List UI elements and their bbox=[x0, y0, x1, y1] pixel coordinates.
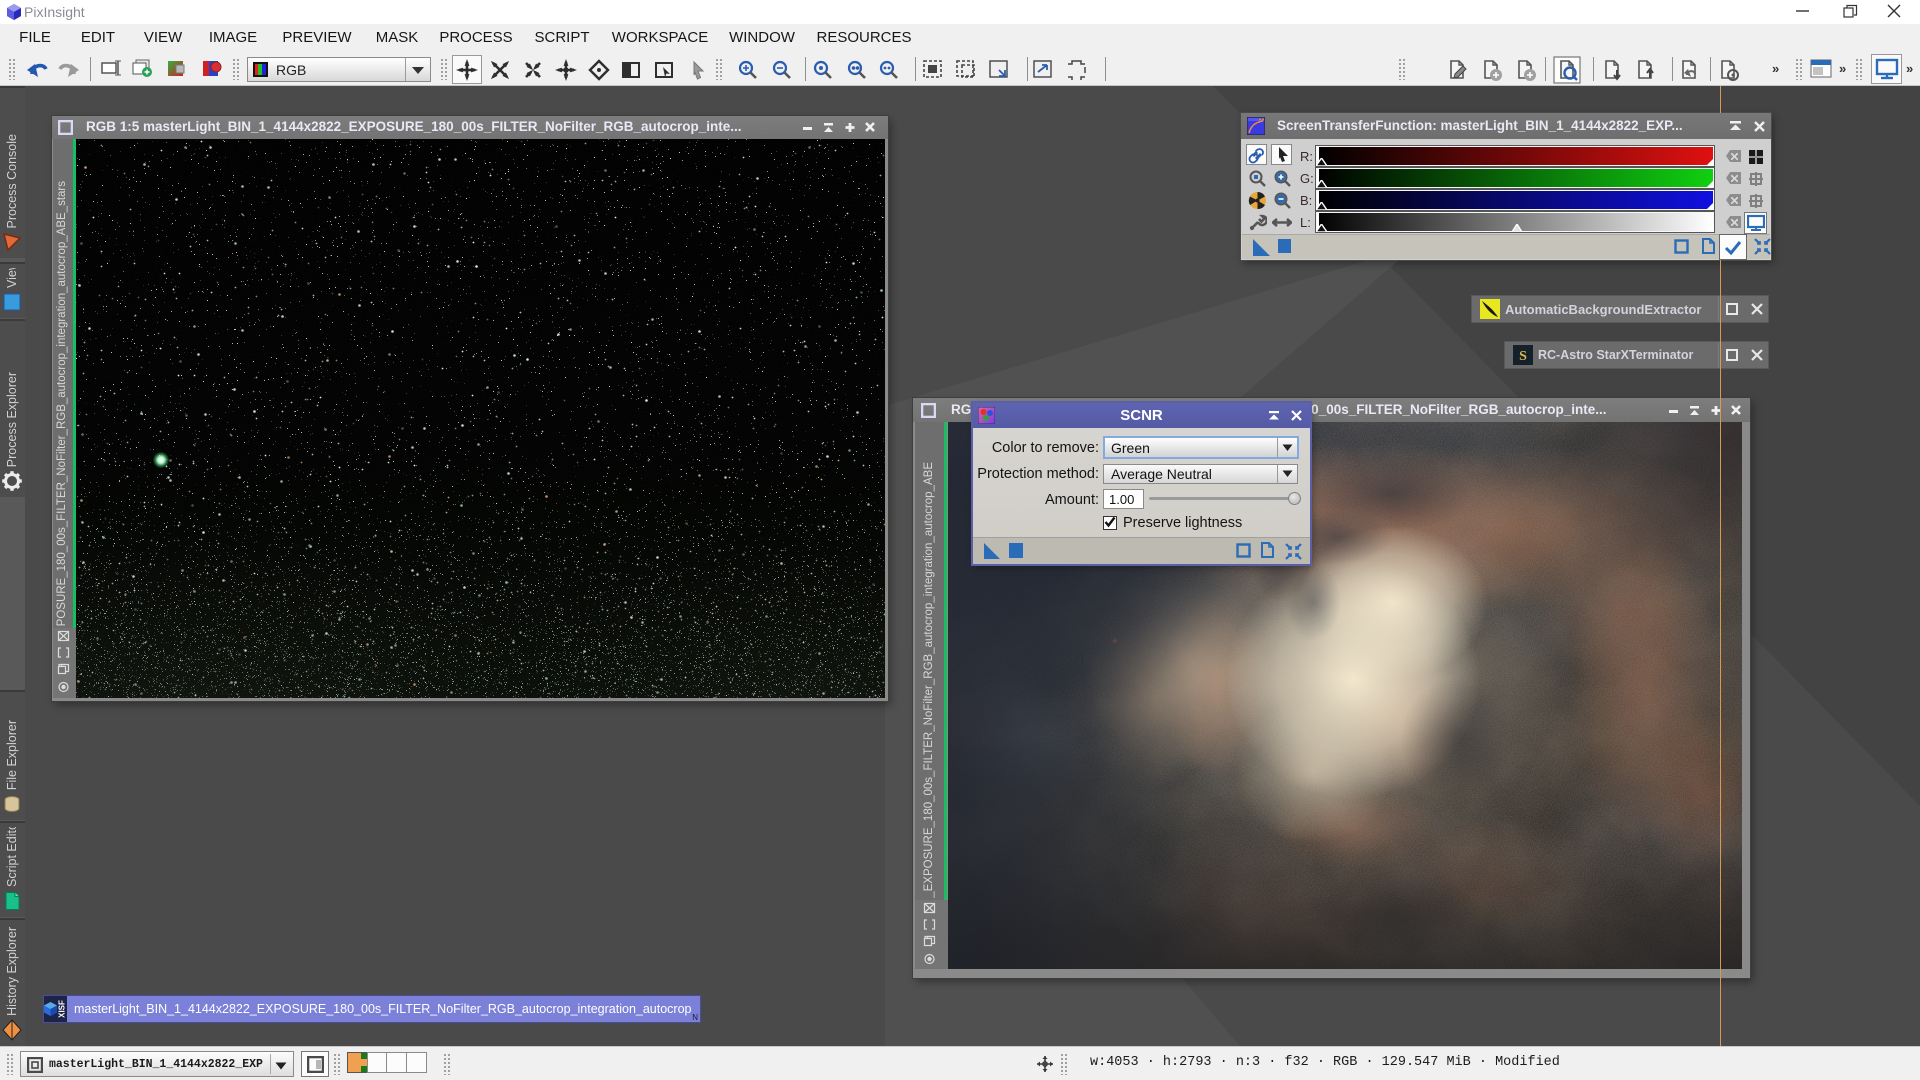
svg-text:S: S bbox=[1519, 349, 1527, 364]
